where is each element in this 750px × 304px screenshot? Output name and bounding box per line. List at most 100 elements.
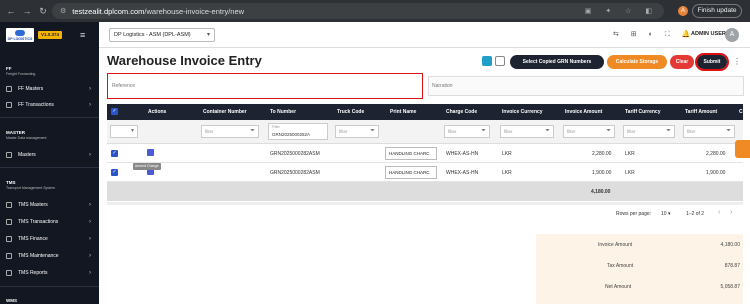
container-filter[interactable]: filter ⏷ — [201, 125, 259, 138]
total-row — [107, 182, 743, 201]
filter-placeholder: filter — [567, 129, 576, 134]
sidebar-item-ff-transactions[interactable]: FF Transactions › — [6, 99, 94, 111]
rows-per-page-value: 10 — [661, 211, 667, 217]
chevron-right-icon: › — [89, 202, 91, 208]
invoice-currency-cell: LKR — [502, 170, 512, 176]
sidebar-item-ff-masters[interactable]: FF Masters › — [6, 83, 94, 95]
invoice-currency-filter[interactable]: filter ⏷ — [500, 125, 554, 138]
narration-label: Narration — [432, 83, 453, 89]
invoice-amount-filter[interactable]: filter ⏷ — [563, 125, 615, 138]
filter-icon[interactable]: ⏷ — [606, 126, 611, 137]
column-header-tariff-amount[interactable]: Tariff Amount — [685, 109, 717, 115]
side-panel-toggle[interactable] — [735, 140, 750, 158]
previous-page-icon[interactable]: ‹ — [718, 209, 720, 216]
sidebar-item-label: TMS Transactions — [18, 219, 59, 225]
rows-per-page-select[interactable]: 10 ▾ — [661, 211, 670, 217]
filter-icon[interactable]: ⏷ — [666, 126, 671, 137]
tax-amount-value: 878.87 — [724, 263, 740, 269]
grid-icon[interactable] — [495, 56, 505, 66]
filter-placeholder: filter — [448, 129, 457, 134]
column-header-truck-code[interactable]: Truck Code — [337, 109, 364, 115]
section-title-master: MASTER — [6, 130, 25, 135]
sidebar-item-label: TMS Finance — [18, 236, 48, 242]
column-header-more[interactable]: C — [739, 109, 743, 115]
charge-code-cell: WHEX-AS-HN — [446, 151, 479, 157]
invoice-amount-value: 4,180.00 — [720, 242, 740, 248]
version-badge: V1.0.374 — [38, 31, 62, 39]
filter-icon[interactable]: ⏷ — [250, 126, 255, 137]
sidebar-item-tms-reports[interactable]: TMS Reports › — [6, 267, 94, 279]
user-avatar[interactable]: A — [725, 28, 739, 42]
clear-button[interactable]: Clear — [670, 55, 694, 69]
filter-icon[interactable]: ⏷ — [481, 126, 486, 137]
company-select[interactable]: DP Logistics - ASM (DPL-ASM) ▾ — [109, 28, 215, 42]
column-header-container-number[interactable]: Container Number — [203, 109, 247, 115]
sidebar-item-label: Masters — [18, 152, 36, 158]
page-range: 1–2 of 2 — [686, 211, 705, 217]
save-icon[interactable] — [482, 56, 492, 66]
column-header-invoice-amount[interactable]: Invoice Amount — [565, 109, 602, 115]
sidebar-item-tms-masters[interactable]: TMS Masters › — [6, 199, 94, 211]
user-name[interactable]: ADMIN USER — [691, 31, 726, 37]
to-number-filter[interactable]: Filter GRN2025000282A — [268, 123, 328, 140]
row-checkbox[interactable]: ✓ — [111, 169, 118, 176]
column-header-charge-code[interactable]: Charge Code — [446, 109, 477, 115]
column-header-print-name[interactable]: Print Name — [390, 109, 416, 115]
row-filter-select[interactable]: ▾ — [110, 125, 138, 138]
truck-code-filter[interactable]: filter ⏷ — [335, 125, 379, 138]
forward-icon[interactable]: → — [22, 6, 32, 16]
wrench-icon — [6, 253, 12, 259]
url-path: /warehouse-invoice-entry/new — [144, 6, 245, 16]
sidebar-item-tms-transactions[interactable]: TMS Transactions › — [6, 216, 94, 228]
select-copied-grn-button[interactable]: Select Copied GRN Numbers — [510, 55, 604, 69]
submit-button[interactable]: Submit — [695, 53, 729, 71]
sidebar-item-label: FF Masters — [18, 86, 44, 92]
sidebar-item-masters[interactable]: Masters › — [6, 149, 94, 161]
reload-icon[interactable]: ↻ — [38, 6, 48, 17]
filter-icon[interactable]: ⏷ — [545, 126, 550, 137]
narration-field[interactable] — [428, 76, 744, 96]
print-name-input[interactable]: HANDLING CHARC — [385, 147, 437, 160]
tariff-amount-filter[interactable]: filter ⏷ — [683, 125, 735, 138]
filter-icon[interactable]: ⏷ — [370, 126, 375, 137]
site-info-icon[interactable]: ⚙ — [60, 7, 66, 15]
row-checkbox[interactable]: ✓ — [111, 150, 118, 157]
swap-icon — [6, 102, 12, 108]
amend-charge-tooltip: Amend Charge — [133, 163, 161, 170]
chevron-down-icon: ▾ — [130, 128, 134, 134]
tariff-currency-filter[interactable]: filter ⏷ — [623, 125, 675, 138]
select-all-checkbox[interactable]: ✓ — [111, 108, 118, 115]
column-header-invoice-currency[interactable]: Invoice Currency — [502, 109, 543, 115]
print-name-input[interactable]: HANDLING CHARC — [385, 166, 437, 179]
sidebar-item-tms-maintenance[interactable]: TMS Maintenance › — [6, 250, 94, 262]
url-text: testzealit.dplcom.com/warehouse-invoice-… — [72, 7, 244, 16]
column-header-tariff-currency[interactable]: Tariff Currency — [625, 109, 660, 115]
to-number-cell: GRN2025000282ASM — [270, 170, 320, 176]
more-options-icon[interactable]: ⋮ — [733, 57, 741, 66]
column-header-to-number[interactable]: To Number — [270, 109, 296, 115]
charge-code-filter[interactable]: filter ⏷ — [444, 125, 490, 138]
menu-icon[interactable]: ≡ — [80, 30, 85, 40]
chevron-right-icon: › — [89, 86, 91, 92]
next-page-icon[interactable]: › — [730, 209, 732, 216]
filter-icon[interactable]: ⏷ — [726, 126, 731, 137]
invoice-total: 4,180.00 — [591, 189, 611, 195]
profile-avatar[interactable]: A — [678, 6, 688, 16]
address-bar[interactable]: ⚙ testzealit.dplcom.com/warehouse-invoic… — [52, 3, 664, 19]
database-icon — [6, 152, 12, 158]
divider — [0, 286, 99, 287]
address-bar-icons[interactable]: ▣ ✦ ☆ ◧ — [585, 7, 658, 15]
column-header-actions[interactable]: Actions — [148, 109, 166, 115]
header-icons[interactable]: ⇆ ⊞ ◐ ⛶ 🔔 — [613, 30, 695, 39]
back-icon[interactable]: ← — [6, 6, 16, 16]
company-logo: DP LOGISTICS — [6, 28, 34, 42]
horizontal-scrollbar[interactable] — [107, 202, 743, 205]
page-title: Warehouse Invoice Entry — [107, 53, 262, 68]
finish-update-button[interactable]: Finish update — [692, 4, 742, 18]
calculate-storage-button[interactable]: Calculate Storage — [607, 55, 667, 69]
reference-field[interactable] — [107, 73, 423, 99]
sidebar-item-tms-finance[interactable]: TMS Finance › — [6, 233, 94, 245]
folder-icon — [6, 202, 12, 208]
tariff-currency-cell: LKR — [625, 170, 635, 176]
edit-icon[interactable] — [147, 149, 154, 156]
